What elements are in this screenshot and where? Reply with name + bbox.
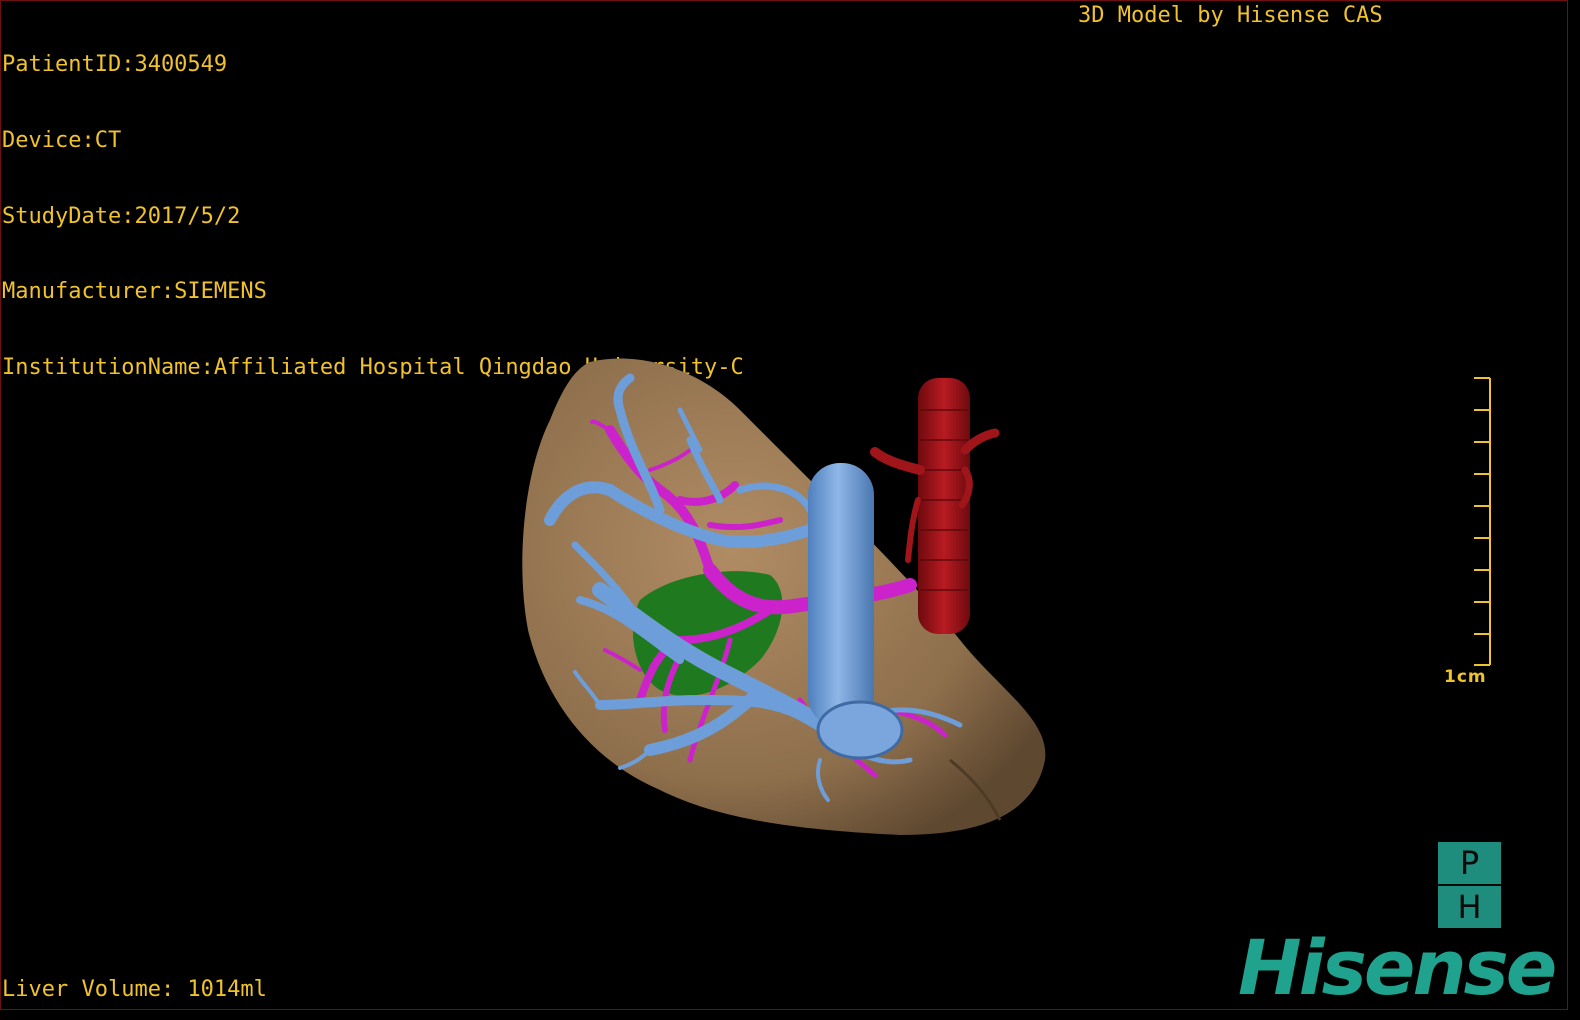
ph-logo: P H xyxy=(1438,842,1501,928)
liver-volume-text: Liver Volume: 1014ml xyxy=(2,977,267,1002)
hisense-logo: Hisense xyxy=(1238,923,1557,1012)
ph-logo-divider xyxy=(1438,884,1501,886)
ph-logo-bottom-letter: H xyxy=(1457,888,1482,926)
scale-bar-label: 1cm xyxy=(1444,667,1487,687)
scale-bar xyxy=(1474,377,1491,666)
3d-liver-model-view[interactable] xyxy=(0,0,1580,1020)
ph-logo-top-letter: P xyxy=(1459,844,1480,882)
